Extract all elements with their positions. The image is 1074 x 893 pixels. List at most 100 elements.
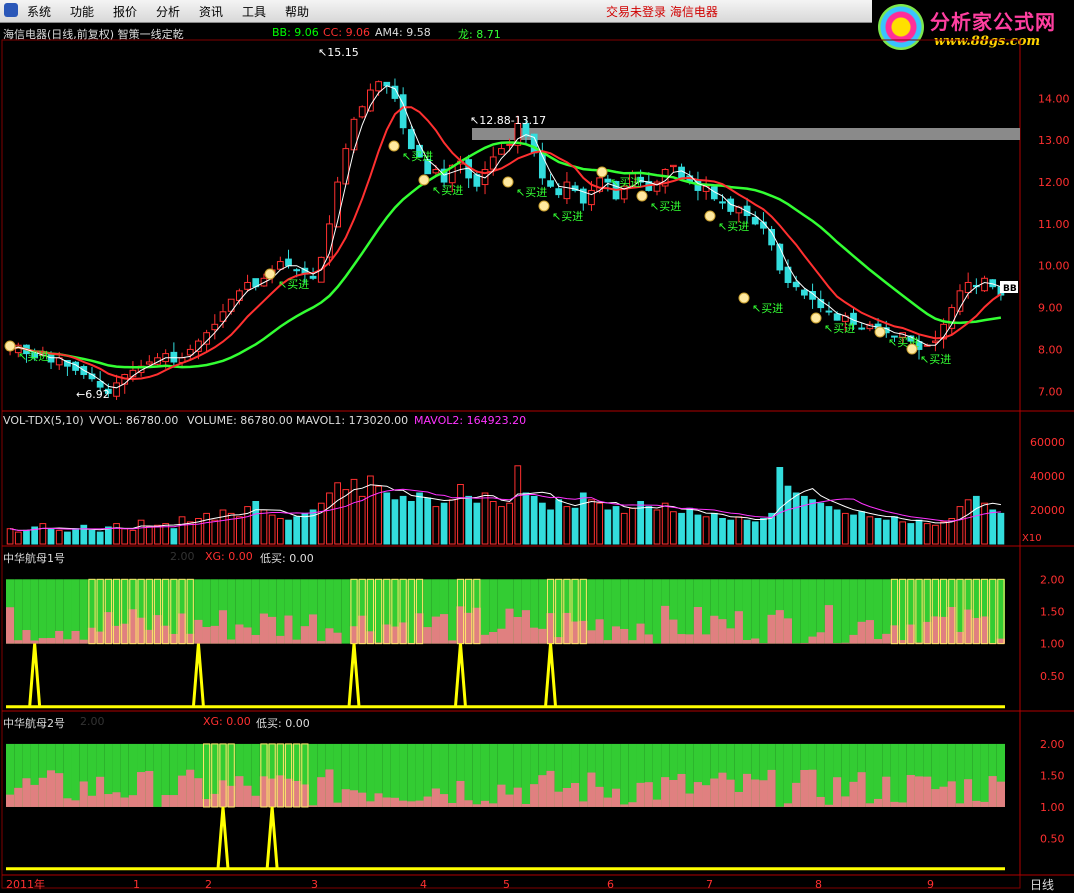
signal-red-band: [440, 794, 448, 807]
signal-green-band: [653, 579, 661, 643]
signal-red-band: [628, 802, 636, 807]
money-bag-icon: [5, 341, 15, 351]
signal-red-band: [866, 803, 874, 807]
volume-bar: [744, 520, 750, 544]
signal-red-band: [645, 782, 653, 807]
money-bag-icon: [539, 201, 549, 211]
menu-function[interactable]: 功能: [70, 3, 94, 20]
candle-body: [859, 328, 865, 329]
date-tick-label: 1: [133, 878, 140, 891]
dimai-spike: [30, 644, 40, 707]
signal-green-band: [628, 744, 636, 807]
signal-red-band: [342, 789, 350, 807]
signal-red-band: [571, 783, 579, 807]
signal-red-band: [874, 799, 882, 807]
signal-red-band: [47, 770, 55, 807]
signal-red-band: [530, 784, 538, 807]
signal-green-band: [489, 744, 497, 807]
volume-bar: [630, 508, 636, 544]
volume-bar: [892, 517, 898, 544]
volume-bar: [417, 493, 423, 544]
panel1-tick-label: 1.00: [1040, 638, 1065, 651]
signal-red-band: [620, 804, 628, 807]
signal-red-band: [735, 792, 743, 807]
volume-bar: [613, 507, 619, 544]
signal-red-band: [31, 640, 39, 643]
signal-red-band: [866, 620, 874, 644]
volume-bar: [482, 493, 488, 544]
signal-red-band: [686, 794, 694, 807]
signal-red-band: [88, 796, 96, 807]
app-icon[interactable]: [4, 3, 18, 17]
signal-green-band: [653, 744, 661, 807]
signal-red-band: [39, 638, 47, 644]
money-bag-icon: [503, 177, 513, 187]
signal-red-band: [227, 640, 235, 644]
volume-bar: [998, 513, 1004, 544]
signal-red-band: [710, 616, 718, 644]
signal-red-band: [514, 617, 522, 644]
signal-green-band: [448, 579, 456, 643]
volume-bar: [122, 529, 128, 544]
signal-red-band: [858, 772, 866, 807]
price-tick-label: 11.00: [1038, 218, 1070, 231]
volume-bar: [646, 507, 652, 544]
panel2-tick-label: 2.00: [1040, 738, 1065, 751]
signal-red-band: [841, 643, 849, 644]
signal-red-band: [579, 801, 587, 807]
signal-red-band: [890, 802, 898, 807]
signal-red-band: [252, 635, 260, 644]
signal-red-band: [456, 781, 464, 807]
volume-tick-label: 20000: [1030, 504, 1065, 517]
signal-green-band: [604, 744, 612, 807]
signal-red-band: [489, 632, 497, 644]
signal-green-band: [309, 744, 317, 807]
period-label[interactable]: 日线: [1030, 876, 1054, 893]
volume-bar: [924, 524, 930, 544]
panel1-tick-label: 2.00: [1040, 573, 1065, 586]
signal-green-band: [481, 744, 489, 807]
candle-body: [793, 282, 799, 286]
menu-analysis[interactable]: 分析: [156, 3, 180, 20]
signal-green-band: [473, 744, 481, 807]
menu-tools[interactable]: 工具: [242, 3, 266, 20]
candle-body: [359, 107, 365, 117]
buy-signal-label: ↖买进: [402, 150, 433, 163]
signal-red-band: [194, 778, 202, 807]
volume-bar: [220, 510, 226, 544]
signal-red-band: [309, 805, 317, 807]
menu-news[interactable]: 资讯: [199, 3, 223, 20]
volume-bar: [695, 515, 701, 544]
signal-red-band: [882, 777, 890, 807]
volume-bar: [957, 507, 963, 544]
signal-red-band: [22, 630, 30, 644]
volume-bar: [990, 510, 996, 544]
panel2-tick-label: 1.00: [1040, 801, 1065, 814]
menu-system[interactable]: 系统: [27, 3, 51, 20]
signal-red-band: [833, 643, 841, 644]
signal-red-band: [718, 619, 726, 643]
volume-bar: [40, 524, 46, 544]
candle-body: [114, 383, 120, 396]
menu-quote[interactable]: 报价: [113, 3, 137, 20]
signal-red-band: [604, 798, 612, 807]
stock-chart[interactable]: 14.0013.0012.0011.0010.009.008.007.00600…: [0, 22, 1074, 891]
volume-bar: [965, 500, 971, 544]
signal-red-band: [448, 803, 456, 807]
price-tick-label: 8.00: [1038, 343, 1063, 356]
signal-red-band: [63, 798, 71, 807]
volume-bar: [621, 513, 627, 544]
volume-bar: [212, 520, 218, 544]
signal-green-band: [866, 744, 874, 807]
volume-bar: [499, 507, 505, 544]
signal-red-band: [727, 628, 735, 643]
signal-red-band: [383, 797, 391, 806]
signal-red-band: [415, 801, 423, 807]
signal-red-band: [63, 639, 71, 643]
volume-bar: [556, 500, 562, 544]
signal-red-band: [972, 801, 980, 807]
volume-bar: [441, 503, 447, 544]
volume-bar: [171, 529, 177, 544]
menu-help[interactable]: 帮助: [285, 3, 309, 20]
panel1-signals: [6, 579, 1005, 706]
